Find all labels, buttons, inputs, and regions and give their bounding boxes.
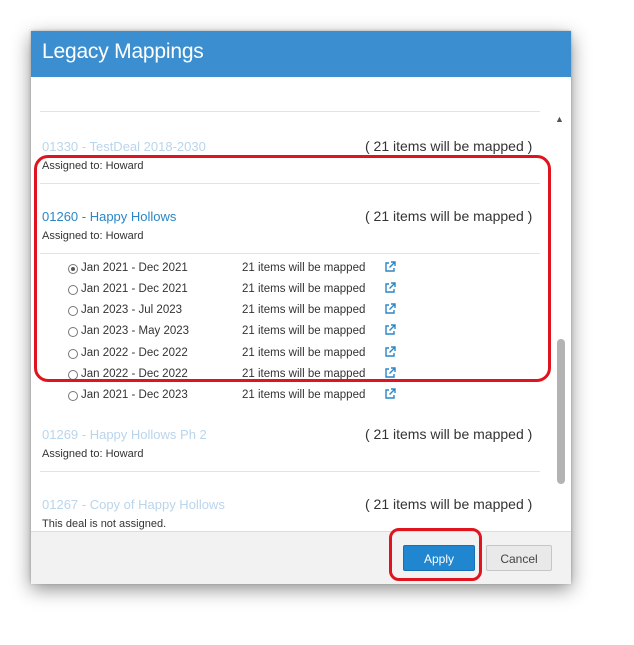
separator [40, 111, 540, 112]
cancel-button[interactable]: Cancel [486, 545, 552, 571]
period-label: Jan 2021 - Dec 2023 [81, 389, 188, 401]
external-link-icon[interactable] [384, 388, 396, 400]
deal-title-link[interactable]: 01267 - Copy of Happy Hollows [42, 497, 225, 512]
deal-item-count: ( 21 items will be mapped ) [365, 496, 533, 512]
dialog-title: Legacy Mappings [42, 40, 204, 63]
separator [40, 471, 540, 472]
period-item-count: 21 items will be mapped [242, 389, 366, 401]
highlight-frame-apply [389, 528, 482, 581]
vertical-scrollbar[interactable]: ▲ ▼ [552, 114, 569, 561]
radio-icon[interactable] [68, 391, 78, 401]
deal-title-link[interactable]: 01330 - TestDeal 2018-2030 [42, 139, 206, 154]
dialog-header: Legacy Mappings [31, 31, 571, 77]
legacy-mappings-dialog: Legacy Mappings 01330 - TestDeal 2018-20… [31, 31, 571, 584]
deal-item-count: ( 21 items will be mapped ) [365, 138, 533, 154]
dialog-footer: Apply Cancel [31, 531, 571, 584]
deal-assigned-text: Assigned to: Howard [42, 448, 144, 460]
highlight-frame-deal [34, 155, 551, 382]
deal-assigned-text: This deal is not assigned. [42, 518, 167, 530]
period-option[interactable]: Jan 2021 - Dec 2023 21 items will be map… [68, 388, 408, 406]
deal-item-count: ( 21 items will be mapped ) [365, 426, 533, 442]
scroll-thumb[interactable] [557, 339, 565, 484]
deal-title-link[interactable]: 01269 - Happy Hollows Ph 2 [42, 427, 207, 442]
scroll-up-icon[interactable]: ▲ [555, 114, 564, 124]
